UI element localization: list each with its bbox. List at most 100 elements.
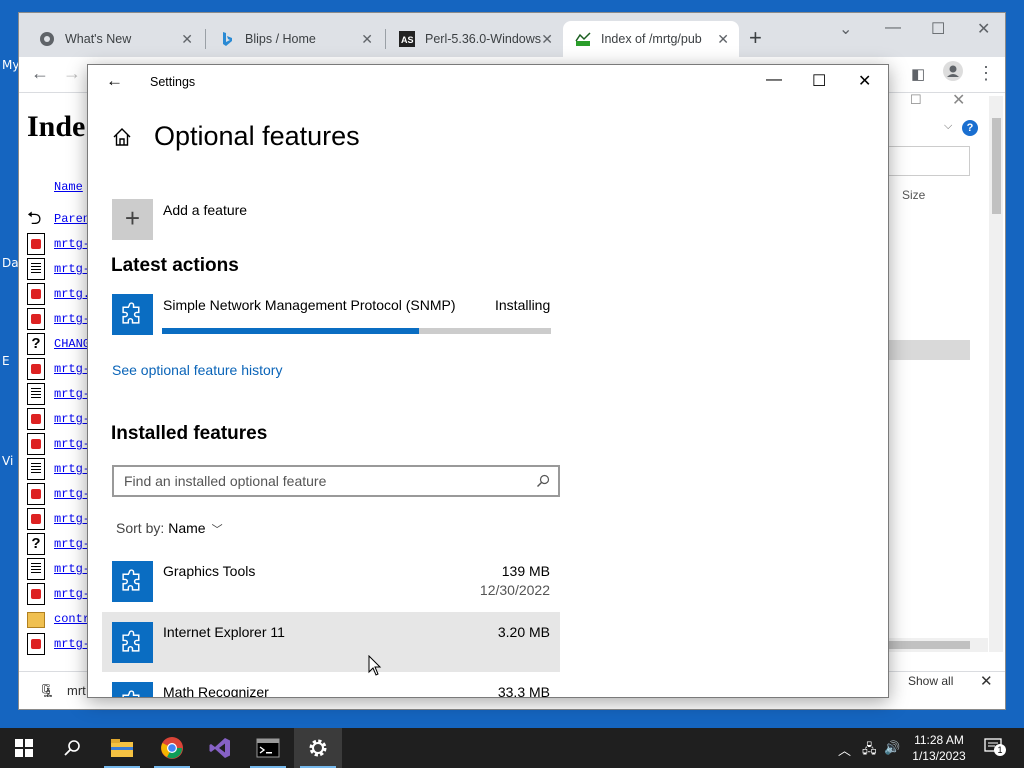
taskbar-search-button[interactable] xyxy=(48,728,96,768)
taskbar-file-explorer[interactable] xyxy=(98,728,146,768)
image-file-icon xyxy=(27,308,45,330)
file-explorer-window: ☐ ✕ ⌵ ? Size Show all ✕ xyxy=(888,88,993,690)
feature-search-box[interactable] xyxy=(112,465,560,497)
clock-time: 11:28 AM xyxy=(914,733,964,747)
feature-row-math-recognizer[interactable]: Math Recognizer 33.3 MB xyxy=(102,672,560,697)
file-link[interactable]: mrtg- xyxy=(54,487,90,501)
close-button[interactable]: ✕ xyxy=(977,19,990,39)
puzzle-piece-icon xyxy=(112,622,153,663)
back-button[interactable]: ← xyxy=(31,63,49,84)
help-icon[interactable]: ? xyxy=(962,120,978,136)
progress-fill xyxy=(162,328,419,334)
taskbar-terminal[interactable] xyxy=(244,728,292,768)
bing-icon xyxy=(223,32,232,46)
search-icon[interactable] xyxy=(536,474,550,488)
size-column-header[interactable]: Size xyxy=(902,188,925,202)
file-link[interactable]: mrtg- xyxy=(54,637,90,651)
close-button[interactable]: ✕ xyxy=(858,71,871,91)
close-icon[interactable]: ✕ xyxy=(541,31,553,48)
selected-row[interactable] xyxy=(888,340,970,360)
file-link[interactable]: contr xyxy=(54,612,90,626)
taskbar-visual-studio[interactable] xyxy=(196,728,244,768)
forward-button[interactable]: → xyxy=(63,63,81,84)
page-title: Optional features xyxy=(154,121,360,151)
image-file-icon xyxy=(27,233,45,255)
add-feature-label[interactable]: Add a feature xyxy=(163,202,247,218)
close-icon[interactable]: ✕ xyxy=(980,672,993,690)
image-file-icon xyxy=(27,408,45,430)
page-title: Inde xyxy=(27,110,86,143)
sort-label: Sort by: xyxy=(116,520,165,536)
maximize-button[interactable]: ☐ xyxy=(910,92,922,108)
notification-badge: 1 xyxy=(994,744,1006,756)
scrollbar-thumb[interactable] xyxy=(888,641,970,649)
feature-search-input[interactable] xyxy=(114,467,534,495)
scrollbar-thumb[interactable] xyxy=(992,118,1001,214)
file-link[interactable]: mrtg- xyxy=(54,262,90,276)
minimize-button[interactable]: — xyxy=(766,71,782,89)
tab-mrtg-index[interactable]: Index of /mrtg/pub ✕ xyxy=(563,21,739,57)
file-link[interactable]: mrtg- xyxy=(54,537,90,551)
download-item[interactable]: mrt xyxy=(67,683,86,698)
home-icon[interactable] xyxy=(112,127,132,147)
unknown-file-icon: ? xyxy=(27,333,45,355)
feature-row-internet-explorer[interactable]: Internet Explorer 11 3.20 MB xyxy=(102,612,560,672)
settings-window: ← Settings — ☐ ✕ Optional features + Add… xyxy=(87,64,889,698)
latest-action-name: Simple Network Management Protocol (SNMP… xyxy=(163,297,456,313)
text-file-icon xyxy=(27,258,45,280)
file-link[interactable]: mrtg- xyxy=(54,237,90,251)
image-file-icon xyxy=(27,283,45,305)
start-button[interactable] xyxy=(0,728,48,768)
chevron-up-icon[interactable]: ︿ xyxy=(838,740,851,759)
text-file-icon xyxy=(27,558,45,580)
close-icon[interactable]: ✕ xyxy=(361,31,373,48)
close-button[interactable]: ✕ xyxy=(952,90,965,110)
tab-whats-new[interactable]: What's New ✕ xyxy=(27,21,203,57)
new-tab-button[interactable]: + xyxy=(749,25,762,51)
add-feature-button[interactable]: + xyxy=(112,199,153,240)
file-link[interactable]: mrtg- xyxy=(54,362,90,376)
feature-history-link[interactable]: See optional feature history xyxy=(112,362,282,378)
close-icon[interactable]: ✕ xyxy=(181,31,193,48)
clock[interactable]: 11:28 AM 1/13/2023 xyxy=(906,732,972,764)
address-field[interactable] xyxy=(888,146,970,176)
menu-icon[interactable]: ⋮ xyxy=(977,63,995,84)
network-icon[interactable]: 🖧 xyxy=(862,740,877,762)
minimize-button[interactable]: — xyxy=(885,19,901,37)
tab-title: Blips / Home xyxy=(245,32,316,46)
back-arrow-icon[interactable]: ← xyxy=(106,71,123,91)
column-name-link[interactable]: Name xyxy=(54,180,83,194)
vertical-scrollbar[interactable] xyxy=(989,96,1003,652)
file-link[interactable]: mrtg- xyxy=(54,587,90,601)
maximize-button[interactable]: ☐ xyxy=(812,71,826,91)
tab-search-icon[interactable]: ⌄ xyxy=(839,19,852,39)
show-all-button[interactable]: Show all xyxy=(908,674,953,688)
taskbar-chrome[interactable] xyxy=(148,728,196,768)
sort-dropdown[interactable]: Sort by: Name ﹀ xyxy=(116,520,223,537)
file-link[interactable]: CHANG xyxy=(54,337,90,351)
tab-perl[interactable]: AS Perl-5.36.0-Windows ✕ xyxy=(387,21,563,57)
tab-blips-home[interactable]: Blips / Home ✕ xyxy=(207,21,383,57)
maximize-button[interactable]: ☐ xyxy=(931,19,945,39)
tab-title: Index of /mrtg/pub xyxy=(601,32,702,46)
file-link[interactable]: mrtg- xyxy=(54,562,90,576)
feature-row-graphics-tools[interactable]: Graphics Tools 139 MB 12/30/2022 xyxy=(102,551,560,611)
file-link[interactable]: mrtg- xyxy=(54,387,90,401)
volume-icon[interactable]: 🔊 xyxy=(884,740,900,756)
file-link[interactable]: Paren xyxy=(54,212,90,226)
file-link[interactable]: mrtg- xyxy=(54,412,90,426)
file-link[interactable]: mrtg- xyxy=(54,437,90,451)
file-link[interactable]: mrtg. xyxy=(54,287,90,301)
file-link[interactable]: mrtg- xyxy=(54,462,90,476)
horizontal-scrollbar[interactable] xyxy=(888,638,988,652)
file-link[interactable]: mrtg- xyxy=(54,512,90,526)
side-panel-icon[interactable]: ◧ xyxy=(911,65,925,83)
notification-button[interactable]: 1 xyxy=(984,738,1006,756)
profile-icon[interactable] xyxy=(943,61,963,86)
taskbar-settings[interactable] xyxy=(294,728,342,768)
text-file-icon xyxy=(27,383,45,405)
close-icon[interactable]: ✕ xyxy=(717,31,729,48)
file-link[interactable]: mrtg- xyxy=(54,312,90,326)
chevron-down-icon[interactable]: ⌵ xyxy=(944,120,952,133)
desktop-label: My xyxy=(2,58,20,72)
